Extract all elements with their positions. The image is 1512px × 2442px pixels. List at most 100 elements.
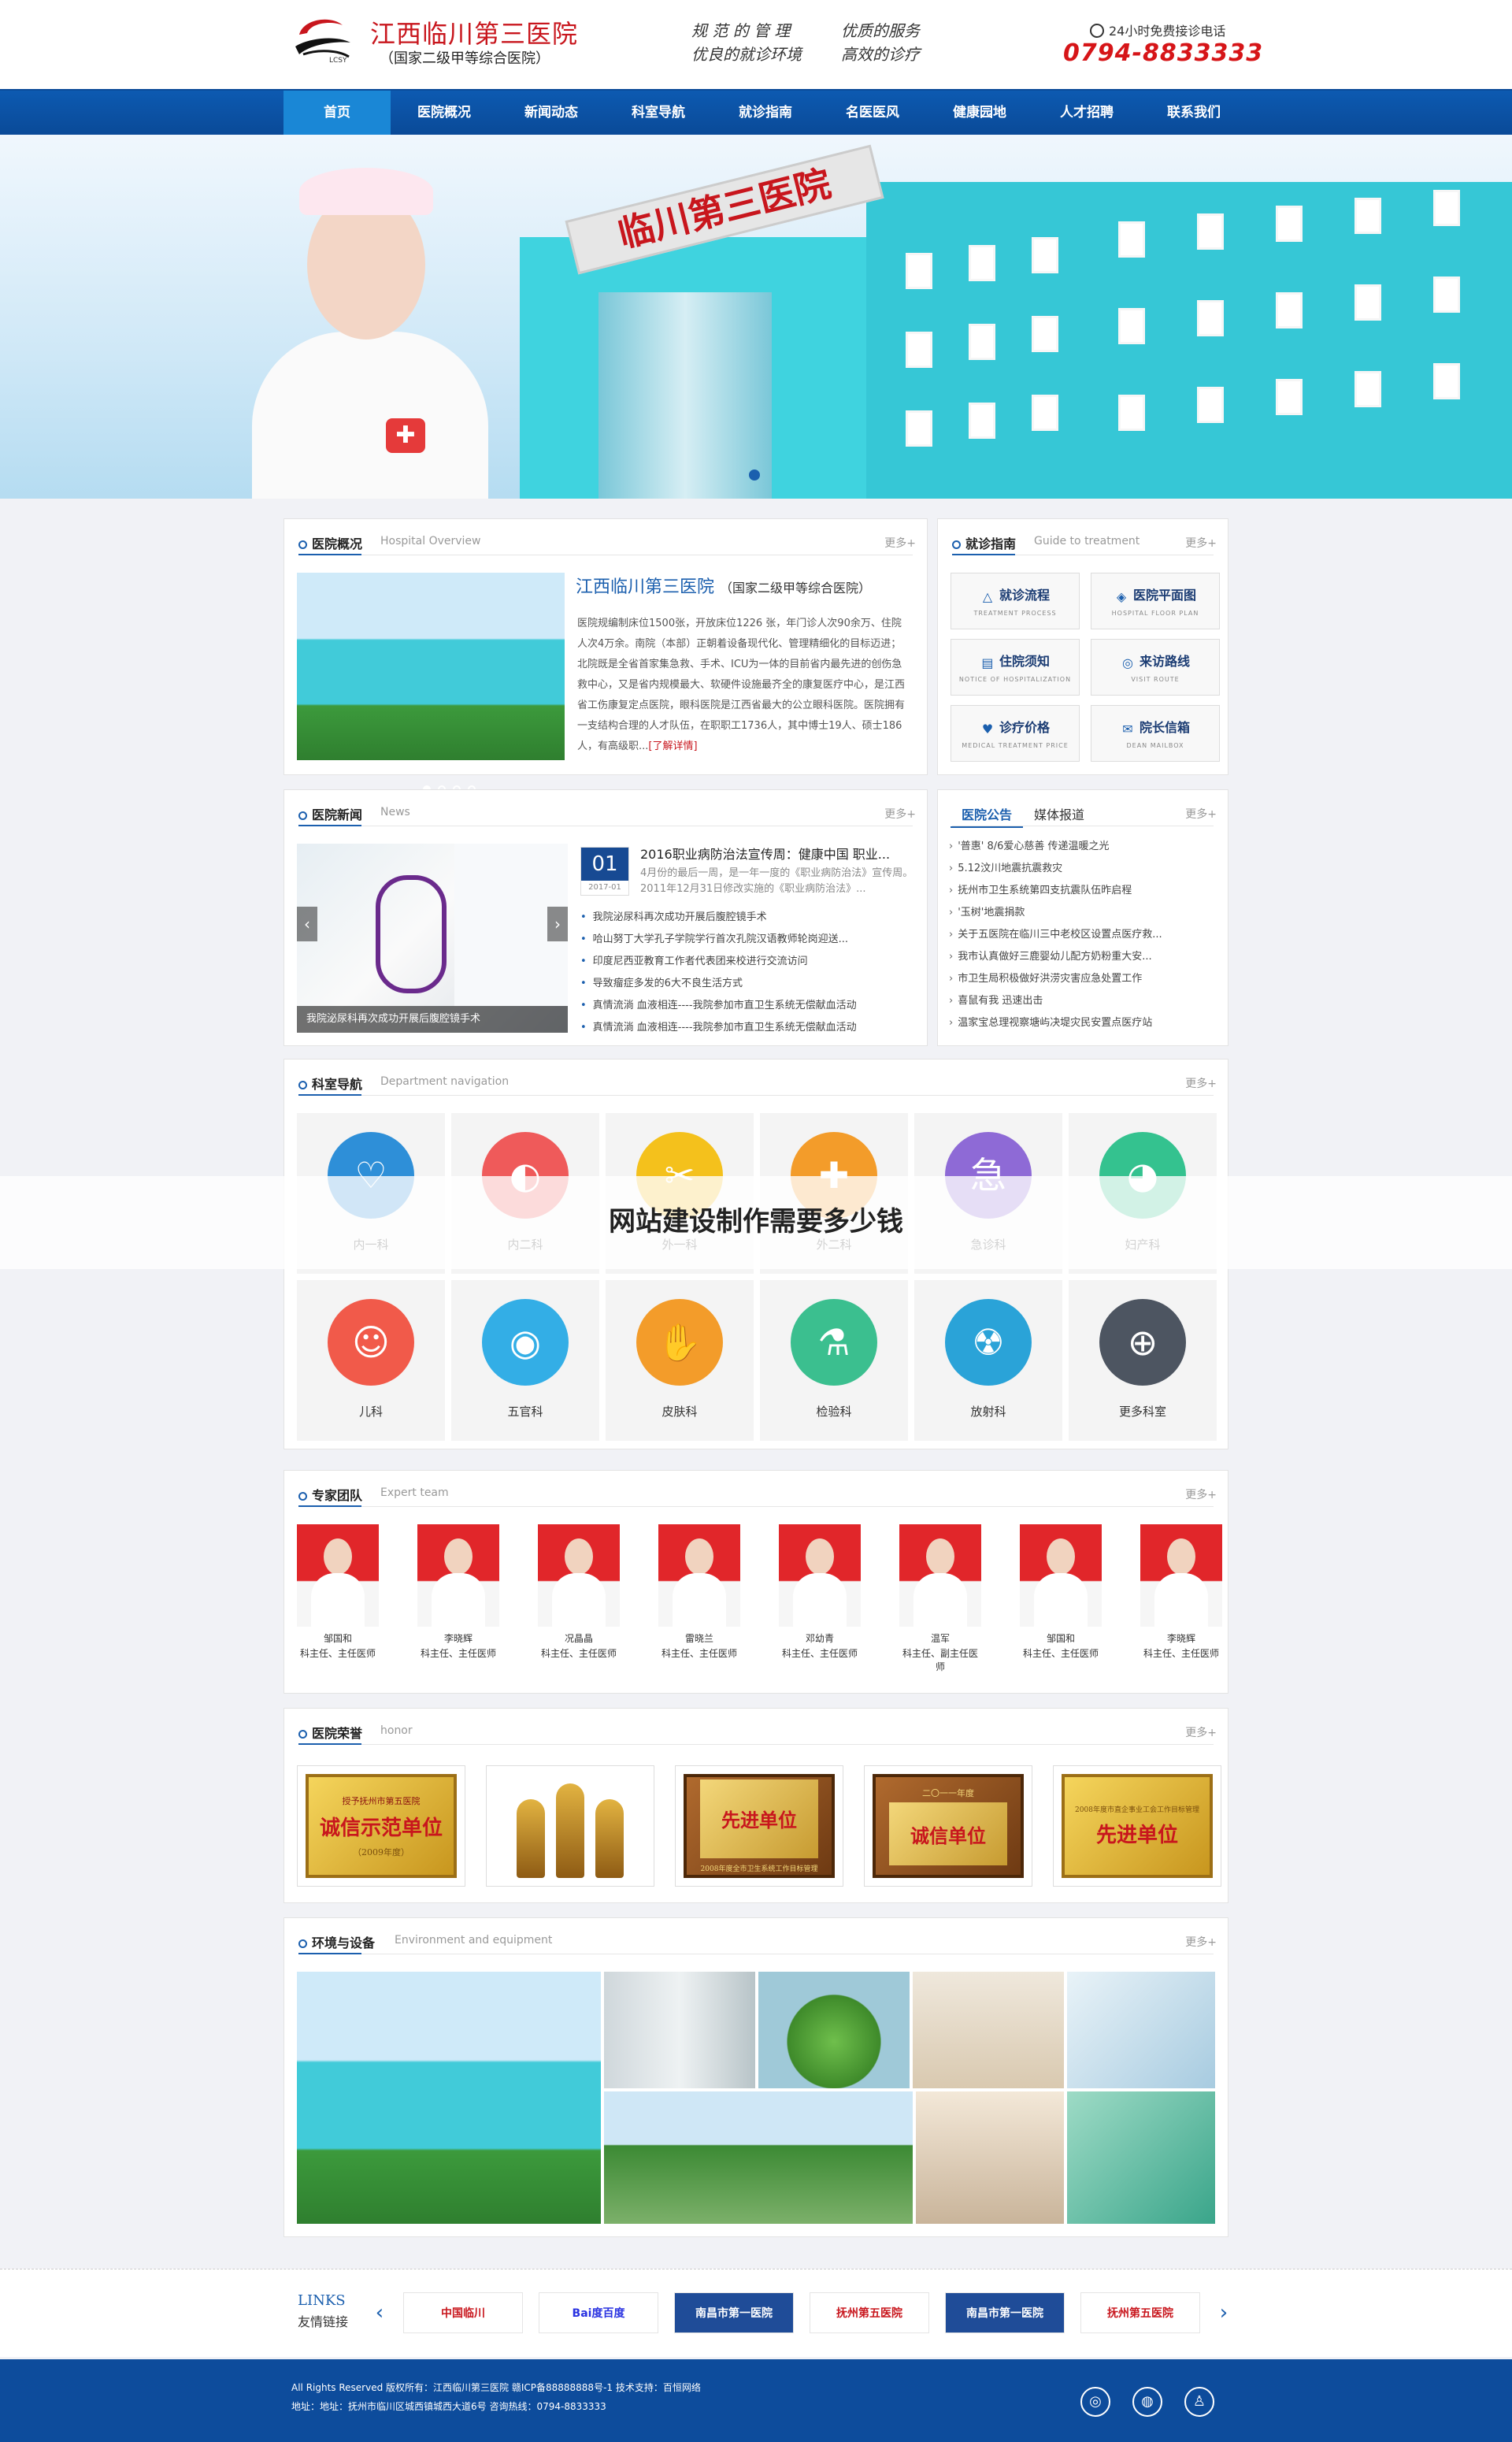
circle-bullet-icon xyxy=(298,1939,307,1948)
expert-coat xyxy=(1034,1573,1088,1627)
experts-panel: 专家团队 Expert team 更多+ 邹国和 科主任、主任医师 李晓辉 科主任、主… xyxy=(284,1470,1228,1694)
nav-news[interactable]: 新闻动态 xyxy=(498,91,605,135)
guide-title-en: Guide to treatment xyxy=(1034,535,1140,547)
news-headline[interactable]: 2016职业病防治法宣传周：健康中国 职业... xyxy=(640,844,890,863)
department-item[interactable]: ✋ 皮肤科 xyxy=(606,1280,754,1441)
link-zhongguo-linchuan[interactable]: 中国临川 xyxy=(403,2292,523,2333)
nav-contact[interactable]: 联系我们 xyxy=(1140,91,1247,135)
tab-announcements[interactable]: 医院公告 xyxy=(951,801,1024,828)
links-prev-arrow-icon[interactable]: ‹ xyxy=(372,2301,387,2325)
env-equipment[interactable] xyxy=(1067,2091,1215,2224)
notice-item[interactable]: 市卫生局积极做好洪涝灾害应急处置工作 xyxy=(949,968,1229,990)
news-prev-button[interactable]: ‹ xyxy=(297,907,317,941)
guide-floor-plan[interactable]: ◈ 医院平面图 HOSPITAL FLOOR PLAN xyxy=(1091,573,1220,629)
tab-media-reports[interactable]: 媒体报道 xyxy=(1023,801,1095,828)
env-surgery[interactable] xyxy=(1067,1972,1215,2088)
nav-health[interactable]: 健康园地 xyxy=(926,91,1033,135)
notice-item[interactable]: 关于五医院在临川三中老校区设置点医疗救... xyxy=(949,924,1229,946)
department-item[interactable]: ⚗ 检验科 xyxy=(760,1280,908,1441)
env-garden[interactable] xyxy=(758,1972,910,2088)
weibo-icon[interactable]: ◎ xyxy=(1080,2387,1110,2417)
nav-jobs[interactable]: 人才招聘 xyxy=(1033,91,1140,135)
expert-card[interactable]: 况晶晶 科主任、主任医师 xyxy=(538,1524,620,1673)
expert-card[interactable]: 李晓辉 科主任、主任医师 xyxy=(1140,1524,1222,1673)
guide-hospitalization[interactable]: ▤ 住院须知 NOTICE OF HOSPITALIZATION xyxy=(951,639,1080,696)
nav-departments[interactable]: 科室导航 xyxy=(605,91,712,135)
expert-card[interactable]: 温军 科主任、副主任医师 xyxy=(899,1524,981,1673)
notice-item[interactable]: 温家宝总理视察塘屿决堤灾民安置点医疗站 xyxy=(949,1012,1229,1034)
honor-plaque-4[interactable]: 二〇一一年度 诚信单位 xyxy=(864,1765,1032,1887)
notice-item[interactable]: '玉树'地震捐款 xyxy=(949,902,1229,924)
hero-banner[interactable]: 临川第三医院 ✚ xyxy=(0,135,1512,499)
expert-card[interactable]: 雷晓兰 科主任、主任医师 xyxy=(658,1524,740,1673)
nav-doctors[interactable]: 名医医风 xyxy=(819,91,926,135)
link-baidu[interactable]: Bai度百度 xyxy=(539,2292,658,2333)
news-photo[interactable]: ‹ › 我院泌尿科再次成功开展后腹腔镜手术 xyxy=(297,844,568,1033)
link-nanchang-first-hospital[interactable]: 南昌市第一医院 xyxy=(674,2292,794,2333)
news-item[interactable]: 导致瘤症多发的6大不良生活方式 xyxy=(580,973,911,995)
news-item[interactable]: 我院泌尿科再次成功开展后腹腔镜手术 xyxy=(580,907,911,929)
overview-more-link[interactable]: 更多+ xyxy=(884,535,916,551)
guide-price[interactable]: ♥ 诊疗价格 MEDICAL TREATMENT PRICE xyxy=(951,705,1080,762)
notice-item[interactable]: 喜鼠有我 迅速出击 xyxy=(949,990,1229,1012)
expert-photo xyxy=(779,1524,861,1627)
news-item[interactable]: 真情流淌 血液相连----我院参加市直卫生系统无偿献血活动 xyxy=(580,1017,911,1039)
read-more-link[interactable]: [了解详情] xyxy=(648,740,697,752)
department-item[interactable]: ☺ 儿科 xyxy=(297,1280,445,1441)
notice-item[interactable]: 抚州市卫生系统第四支抗震队伍昨启程 xyxy=(949,880,1229,902)
env-ward[interactable] xyxy=(913,1972,1064,2088)
phone-number[interactable]: 0794-8833333 xyxy=(1063,39,1263,67)
nav-guide[interactable]: 就诊指南 xyxy=(712,91,819,135)
hospital-logo-icon[interactable] xyxy=(287,11,360,69)
honor-plaque-5[interactable]: 2008年度市直企事业工会工作目标管理 先进单位 xyxy=(1053,1765,1221,1887)
notice-more-link[interactable]: 更多+ xyxy=(1185,806,1217,822)
link-fuzhou-fifth-hospital[interactable]: 抚州第五医院 xyxy=(810,2292,929,2333)
expert-role: 科主任、主任医师 xyxy=(661,1648,737,1659)
links-next-arrow-icon[interactable]: › xyxy=(1216,2301,1232,2325)
departments-more-link[interactable]: 更多+ xyxy=(1185,1075,1217,1091)
nav-overview[interactable]: 医院概况 xyxy=(391,91,498,135)
news-item[interactable]: 印度尼西亚教育工作者代表团来校进行交流访问 xyxy=(580,951,911,973)
honors-more-link[interactable]: 更多+ xyxy=(1185,1724,1217,1740)
guide-visit-route[interactable]: ◎ 来访路线 VISIT ROUTE xyxy=(1091,639,1220,696)
news-more-link[interactable]: 更多+ xyxy=(884,806,916,822)
department-item[interactable]: ☢ 放射科 xyxy=(914,1280,1062,1441)
honor-plaque-1[interactable]: 授予抚州市第五医院 诚信示范单位 （2009年度） xyxy=(297,1765,465,1887)
guide-more-link[interactable]: 更多+ xyxy=(1185,535,1217,551)
env-hallway[interactable] xyxy=(916,2091,1064,2224)
honor-plaque-3[interactable]: 先进单位 2008年度全市卫生系统工作目标管理 xyxy=(675,1765,843,1887)
news-item[interactable]: 真情流淌 血液相连----我院参加市直卫生系统无偿献血活动 xyxy=(580,995,911,1017)
env-hospital-exterior[interactable] xyxy=(297,1972,601,2224)
expert-card[interactable]: 邓幼青 科主任、主任医师 xyxy=(779,1524,861,1673)
wechat-icon[interactable]: ◍ xyxy=(1132,2387,1162,2417)
env-corridor[interactable] xyxy=(604,1972,755,2088)
expert-card[interactable]: 邹国和 科主任、主任医师 xyxy=(1020,1524,1102,1673)
guide-dean-mailbox[interactable]: ✉ 院长信箱 DEAN MAILBOX xyxy=(1091,705,1220,762)
honor-trophies[interactable] xyxy=(486,1765,654,1887)
news-date: 01 2017-01 xyxy=(580,847,629,896)
notice-item[interactable]: '普惠' 8/6爱心慈善 传递温暖之光 xyxy=(949,836,1229,858)
notice-item[interactable]: 我市认真做好三鹿婴幼儿配方奶粉重大安... xyxy=(949,946,1229,968)
nav-home[interactable]: 首页 xyxy=(284,91,391,135)
news-next-button[interactable]: › xyxy=(547,907,568,941)
link-fuzhou-fifth-hospital-2[interactable]: 抚州第五医院 xyxy=(1080,2292,1200,2333)
experts-more-link[interactable]: 更多+ xyxy=(1185,1486,1217,1502)
expert-card[interactable]: 邹国和 科主任、主任医师 xyxy=(297,1524,379,1673)
guide-treatment-process[interactable]: △ 就诊流程 TREATMENT PROCESS xyxy=(951,573,1080,629)
banner-dot-active[interactable] xyxy=(749,469,760,481)
department-grid: ♡内一科◐内二科✂外一科✚外二科急急诊科◕妇产科☺儿科◉五官科✋皮肤科⚗检验科☢… xyxy=(297,1113,1217,1441)
news-item[interactable]: 哈山努丁大学孔子学院学行首次孔院汉语教师轮岗迎送... xyxy=(580,929,911,951)
expert-card[interactable]: 李晓辉 科主任、主任医师 xyxy=(417,1524,499,1673)
notice-item[interactable]: 5.12汶川地震抗震救灾 xyxy=(949,858,1229,880)
env-campus[interactable] xyxy=(604,2091,913,2224)
news-title-en: News xyxy=(380,806,410,818)
guide-title: 就诊指南 xyxy=(952,533,1016,552)
qq-icon[interactable]: ♙ xyxy=(1184,2387,1214,2417)
environment-more-link[interactable]: 更多+ xyxy=(1185,1934,1217,1950)
expert-face xyxy=(926,1538,954,1575)
department-item[interactable]: ◉ 五官科 xyxy=(451,1280,599,1441)
department-item[interactable]: ⊕ 更多科室 xyxy=(1069,1280,1217,1441)
link-nanchang-first-hospital-2[interactable]: 南昌市第一医院 xyxy=(945,2292,1065,2333)
overview-hospital-photo[interactable] xyxy=(297,573,565,793)
expert-face xyxy=(565,1538,593,1575)
